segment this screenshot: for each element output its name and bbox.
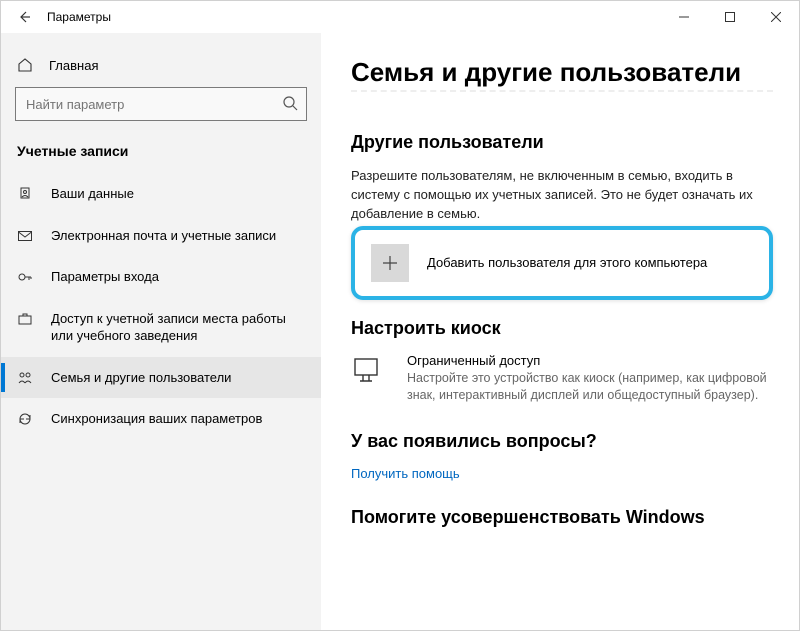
window-title: Параметры xyxy=(47,10,111,24)
back-button[interactable] xyxy=(1,1,47,33)
sidebar-home[interactable]: Главная xyxy=(1,51,321,87)
get-help-link[interactable]: Получить помощь xyxy=(351,466,460,481)
sidebar-home-label: Главная xyxy=(49,58,98,73)
add-user-label: Добавить пользователя для этого компьюте… xyxy=(427,255,707,270)
titlebar: Параметры xyxy=(1,1,799,33)
content-pane: Семья и другие пользователи Другие польз… xyxy=(321,33,799,630)
search-box[interactable] xyxy=(15,87,307,121)
sidebar-item-your-info[interactable]: Ваши данные xyxy=(1,173,321,215)
kiosk-header: Настроить киоск xyxy=(351,318,773,339)
sidebar-item-email-accounts[interactable]: Электронная почта и учетные записи xyxy=(1,215,321,257)
minimize-icon xyxy=(679,12,689,22)
sidebar-item-signin-options[interactable]: Параметры входа xyxy=(1,256,321,298)
sidebar-item-label: Синхронизация ваших параметров xyxy=(51,410,262,428)
kiosk-setup-button[interactable]: Ограниченный доступ Настройте это устрой… xyxy=(351,353,773,405)
maximize-button[interactable] xyxy=(707,1,753,33)
sidebar-item-label: Семья и другие пользователи xyxy=(51,369,231,387)
other-users-header: Другие пользователи xyxy=(351,132,773,153)
sidebar-item-label: Ваши данные xyxy=(51,185,134,203)
truncated-link[interactable] xyxy=(351,90,773,104)
questions-header: У вас появились вопросы? xyxy=(351,431,773,452)
sidebar-section-header: Учетные записи xyxy=(1,139,321,173)
page-title: Семья и другие пользователи xyxy=(351,57,773,88)
briefcase-icon xyxy=(17,310,35,327)
monitor-icon xyxy=(351,353,389,405)
maximize-icon xyxy=(725,12,735,22)
plus-icon xyxy=(371,244,409,282)
sidebar-item-family[interactable]: Семья и другие пользователи xyxy=(1,357,321,399)
person-icon xyxy=(17,185,35,202)
add-user-button[interactable]: Добавить пользователя для этого компьюте… xyxy=(371,244,753,282)
sidebar-item-label: Электронная почта и учетные записи xyxy=(51,227,276,245)
sidebar-item-work-access[interactable]: Доступ к учетной записи места работы или… xyxy=(1,298,321,357)
sidebar: Главная Учетные записи Ваши данные xyxy=(1,33,321,630)
home-icon xyxy=(17,57,35,73)
search-icon xyxy=(282,95,298,111)
add-user-highlight: Добавить пользователя для этого компьюте… xyxy=(351,226,773,300)
sidebar-item-label: Доступ к учетной записи места работы или… xyxy=(51,310,305,345)
other-users-description: Разрешите пользователям, не включенным в… xyxy=(351,167,773,224)
sidebar-item-label: Параметры входа xyxy=(51,268,159,286)
kiosk-description: Настройте это устройство как киоск (напр… xyxy=(407,370,773,405)
close-icon xyxy=(771,12,781,22)
minimize-button[interactable] xyxy=(661,1,707,33)
settings-window: Параметры Главная xyxy=(0,0,800,631)
kiosk-title: Ограниченный доступ xyxy=(407,353,773,368)
search-input[interactable] xyxy=(16,88,306,120)
close-button[interactable] xyxy=(753,1,799,33)
sync-icon xyxy=(17,410,35,427)
sidebar-nav: Ваши данные Электронная почта и учетные … xyxy=(1,173,321,440)
back-arrow-icon xyxy=(16,9,32,25)
key-icon xyxy=(17,268,35,285)
mail-icon xyxy=(17,227,35,244)
people-icon xyxy=(17,369,35,386)
improve-windows-header: Помогите усовершенствовать Windows xyxy=(351,507,773,528)
sidebar-item-sync[interactable]: Синхронизация ваших параметров xyxy=(1,398,321,440)
